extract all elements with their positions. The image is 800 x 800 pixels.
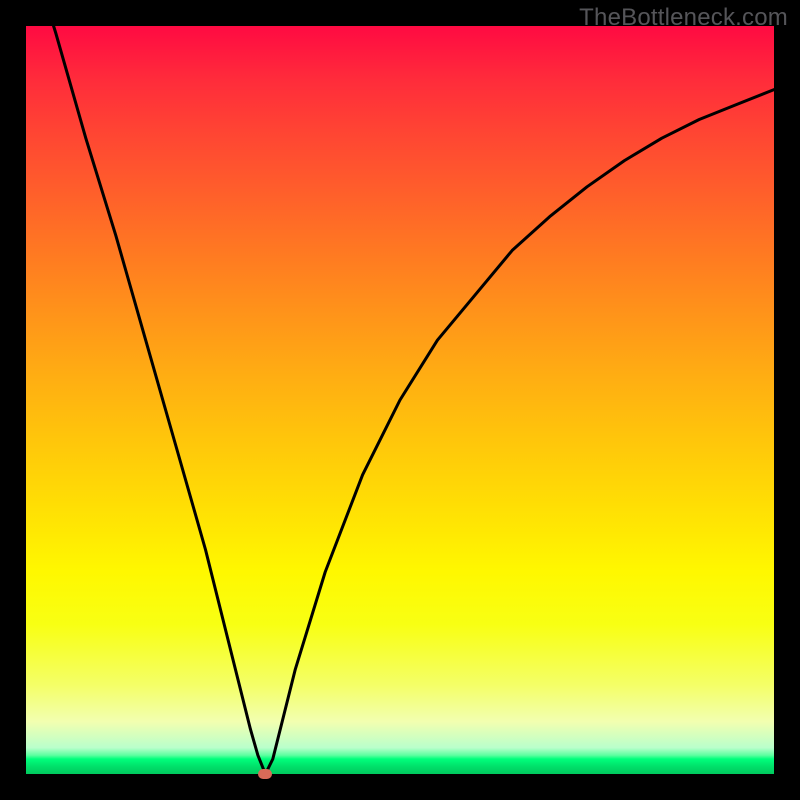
minimum-marker [258,769,272,779]
chart-frame: TheBottleneck.com [0,0,800,800]
watermark-text: TheBottleneck.com [579,4,788,32]
bottleneck-curve [26,26,774,774]
plot-area [26,26,774,774]
